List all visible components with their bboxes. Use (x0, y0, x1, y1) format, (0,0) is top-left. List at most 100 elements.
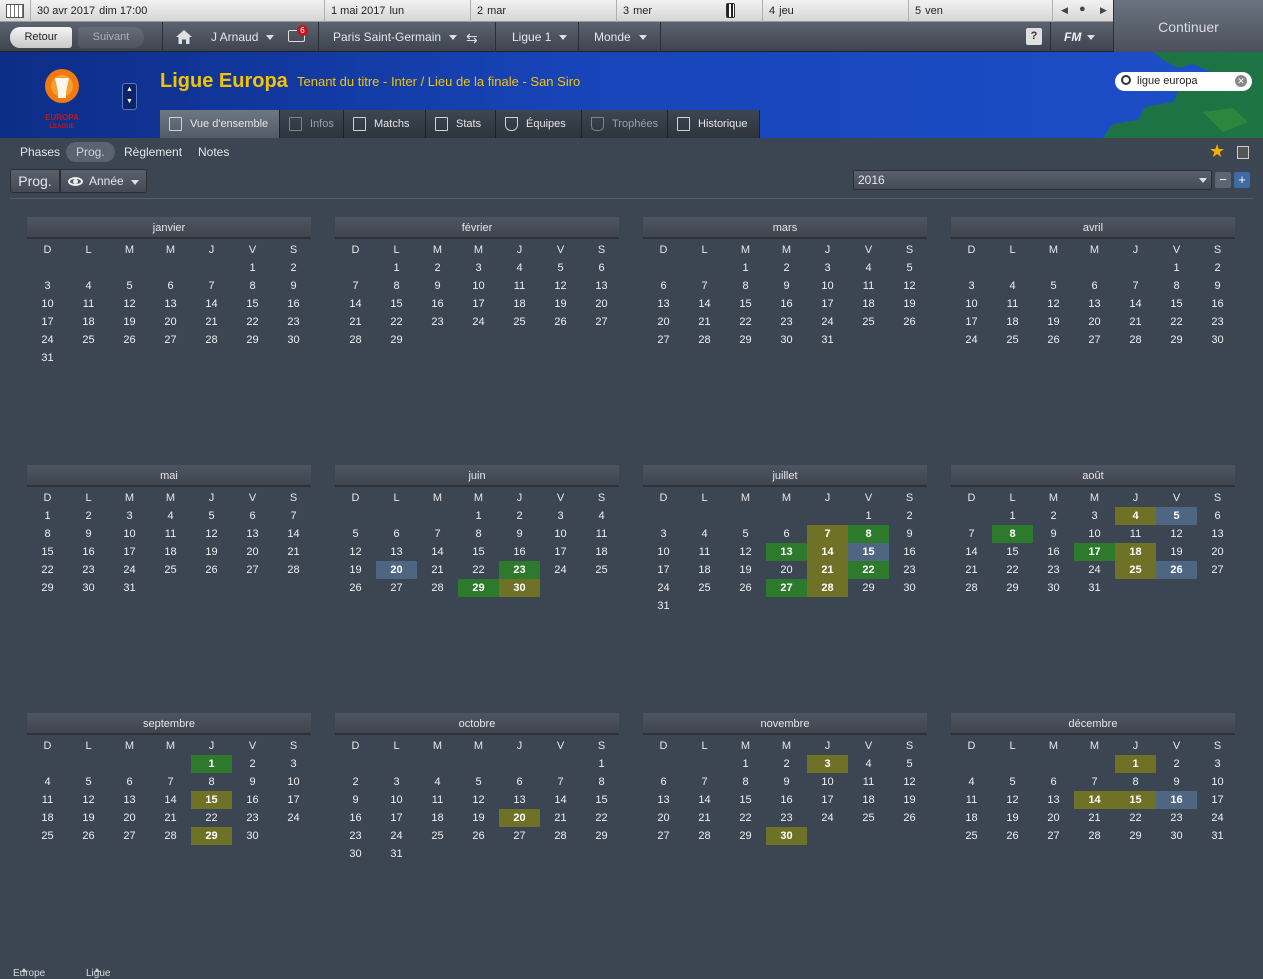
day-cell: 17 (657, 564, 670, 576)
match-day[interactable]: 15 (191, 791, 232, 809)
day-cell: 31 (1211, 830, 1224, 842)
next-arrow-icon[interactable]: ▶ (1100, 5, 1107, 16)
day-cell: 15 (1006, 546, 1019, 558)
day-cell: 29 (1129, 830, 1142, 842)
match-day[interactable]: 28 (807, 579, 848, 597)
manager-menu[interactable]: J Arnaud (211, 22, 275, 52)
month-grid: D L M M J V S 1 2 3 4 5 6 7 8 9 10 11 12 13 14 15 16 17 18 19 20 21… (951, 239, 1235, 349)
prev-arrow-icon[interactable]: ◀ (1061, 5, 1068, 16)
day-cell: 22 (390, 316, 403, 328)
competition-switch-arrows[interactable]: ▲ ▼ (122, 83, 137, 110)
day-cell: 27 (657, 334, 670, 346)
club-menu[interactable]: Paris Saint-Germain (333, 22, 458, 52)
day-cell: 11 (965, 794, 978, 806)
match-day[interactable]: 22 (848, 561, 889, 579)
tab-infos[interactable]: Infos (280, 110, 344, 138)
next-button[interactable]: Suivant (78, 27, 144, 48)
subnav-notes[interactable]: Notes (188, 142, 239, 162)
day-cell: 7 (1091, 776, 1098, 788)
subnav-rules[interactable]: Règlement (114, 142, 192, 162)
day-cell[interactable]: 4 jeu (762, 0, 908, 22)
day-weekday: ven (925, 5, 943, 17)
match-day[interactable]: 4 (1115, 507, 1156, 525)
match-day[interactable]: 15 (1115, 791, 1156, 809)
competition-menu[interactable]: Ligue 1 (512, 22, 568, 52)
match-day[interactable]: 1 (191, 755, 232, 773)
day-cell: 18 (431, 812, 444, 824)
tab-teams[interactable]: Équipes (496, 110, 582, 138)
star-icon[interactable]: ★ (1209, 141, 1225, 162)
sub-navigation: Phases Prog. Règlement Notes (0, 138, 1263, 166)
match-day[interactable]: 20 (499, 809, 540, 827)
match-day[interactable]: 25 (1115, 561, 1156, 579)
month-1: février D L M M J V S 1 2 3 4 5 6 7 8 9 10 11 12 13 14 15 16 17 1… (335, 217, 619, 349)
chevron-up-icon (94, 968, 100, 972)
day-cell: 7 (968, 528, 975, 540)
down-arrow-icon[interactable]: ▼ (126, 98, 133, 105)
day-cell[interactable]: 1 mai 2017 lun (324, 0, 470, 22)
tab-overview[interactable]: Vue d'ensemble (160, 110, 280, 138)
continue-button[interactable]: Continuer (1113, 0, 1263, 52)
match-day[interactable]: 13 (766, 543, 807, 561)
empty-cell (643, 259, 684, 277)
month-header: juin (335, 465, 619, 487)
day-cell: 8 (475, 528, 482, 540)
view-dropdown[interactable]: Année (60, 169, 147, 193)
swap-icon[interactable]: ⇆ (466, 30, 478, 47)
weekday-header: S (905, 492, 914, 504)
match-day[interactable]: 30 (499, 579, 540, 597)
match-day[interactable]: 18 (1115, 543, 1156, 561)
match-day[interactable]: 7 (807, 525, 848, 543)
match-day[interactable]: 20 (376, 561, 417, 579)
day-cell: 6 (1091, 280, 1098, 292)
add-note-icon[interactable] (1237, 146, 1249, 159)
day-cell[interactable]: 2 mar (470, 0, 616, 22)
tab-matches[interactable]: Matchs (344, 110, 426, 138)
match-day[interactable]: 21 (807, 561, 848, 579)
zoom-out-button[interactable]: − (1215, 172, 1231, 188)
subnav-phases[interactable]: Phases (10, 142, 70, 162)
match-day[interactable]: 29 (191, 827, 232, 845)
weekday-header: S (289, 492, 298, 504)
match-day[interactable]: 27 (766, 579, 807, 597)
clear-icon[interactable]: ✕ (1235, 75, 1247, 87)
chevron-down-icon (1087, 35, 1096, 41)
zoom-in-button[interactable]: + (1234, 172, 1250, 188)
match-day[interactable]: 3 (807, 755, 848, 773)
tab-history[interactable]: Historique (668, 110, 760, 138)
dot-icon[interactable]: ● (1079, 3, 1086, 15)
up-arrow-icon[interactable]: ▲ (126, 86, 133, 93)
match-day[interactable]: 14 (807, 543, 848, 561)
fm-menu[interactable]: FM (1064, 22, 1096, 52)
match-day[interactable]: 14 (1074, 791, 1115, 809)
match-day[interactable]: 30 (766, 827, 807, 845)
match-day[interactable]: 8 (992, 525, 1033, 543)
match-day[interactable]: 29 (458, 579, 499, 597)
match-day[interactable]: 26 (1156, 561, 1197, 579)
match-day[interactable]: 5 (1156, 507, 1197, 525)
day-cell[interactable]: 3 mer (616, 0, 762, 22)
year-select[interactable]: 2016 (853, 170, 1212, 190)
match-day[interactable]: 17 (1074, 543, 1115, 561)
day-cell[interactable]: 5 ven (908, 0, 1052, 22)
match-day[interactable]: 23 (499, 561, 540, 579)
month-grid: D L M M J V S 1 2 3 4 5 6 7 8 9 10 11 12 13 14 15 16 17 18 19 20 21… (643, 487, 927, 615)
day-cell: 24 (472, 316, 485, 328)
match-day[interactable]: 15 (848, 543, 889, 561)
empty-cell (992, 755, 1033, 773)
tab-trophies[interactable]: Trophées (582, 110, 668, 138)
tab-stats[interactable]: Stats (426, 110, 496, 138)
day-cell: 20 (657, 316, 670, 328)
home-icon[interactable] (175, 29, 193, 45)
calendar-icon[interactable] (6, 4, 24, 18)
subnav-prog[interactable]: Prog. (66, 142, 115, 162)
back-button[interactable]: Retour (10, 27, 72, 48)
world-menu[interactable]: Monde (594, 22, 647, 52)
match-day[interactable]: 8 (848, 525, 889, 543)
match-day[interactable]: 1 (1115, 755, 1156, 773)
match-day[interactable]: 16 (1156, 791, 1197, 809)
day-cell: 1 (1173, 262, 1180, 274)
search-input[interactable]: ligue europa ✕ (1115, 72, 1252, 91)
help-button[interactable]: ? (1026, 28, 1042, 45)
day-cell: 31 (1088, 582, 1101, 594)
